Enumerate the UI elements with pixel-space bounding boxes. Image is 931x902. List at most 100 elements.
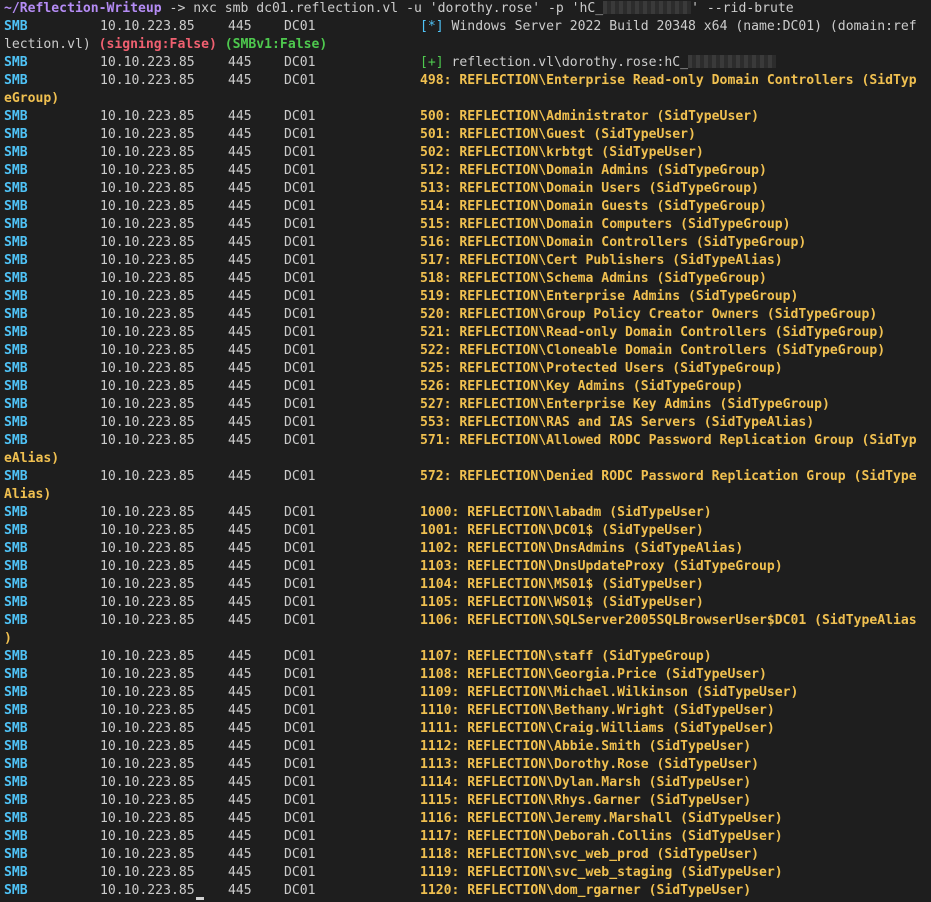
ip-address: 10.10.223.85	[100, 109, 195, 124]
rid-entry: 1001: REFLECTION\DC01$ (SidTypeUser)	[420, 523, 704, 538]
port: 445	[228, 505, 252, 520]
output-row: SMB 10.10.223.85 445 DC01 1120: REFLECTION\d…	[4, 882, 931, 900]
protocol-label: SMB	[4, 523, 28, 538]
hostname: DC01	[284, 469, 316, 484]
rid-entry: 1113: REFLECTION\Dorothy.Rose (SidTypeUs…	[420, 757, 759, 772]
rid-entry: 1000: REFLECTION\labadm (SidTypeUser)	[420, 505, 712, 520]
port: 445	[228, 415, 252, 430]
output-row: SMB 10.10.223.85 445 DC01 1118: REFLECTION\s…	[4, 846, 931, 864]
protocol-label: SMB	[4, 559, 28, 574]
auth-line: SMB 10.10.223.85 445 DC01 [+] reflection.vl\…	[4, 54, 931, 72]
rid-entry: 1115: REFLECTION\Rhys.Garner (SidTypeUse…	[420, 793, 752, 808]
hostname: DC01	[284, 811, 316, 826]
port: 445	[228, 379, 252, 394]
output-row: SMB 10.10.223.85 445 DC01 1119: REFLECTION\s…	[4, 864, 931, 882]
port: 445	[228, 109, 252, 124]
hostname: DC01	[284, 325, 316, 340]
rid-entry: 514: REFLECTION\Domain Guests (SidTypeGr…	[420, 199, 767, 214]
output-row: SMB 10.10.223.85 445 DC01 1104: REFLECTION\M…	[4, 576, 931, 594]
ip-address: 10.10.223.85	[100, 811, 195, 826]
command-suffix: ' --rid-brute	[691, 1, 794, 16]
output-row: SMB 10.10.223.85 445 DC01 1113: REFLECTION\D…	[4, 756, 931, 774]
hostname: DC01	[284, 667, 316, 682]
ip-address: 10.10.223.85	[100, 307, 195, 322]
output-row: SMB 10.10.223.85 445 DC01 1105: REFLECTION\W…	[4, 594, 931, 612]
hostname: DC01	[284, 73, 316, 88]
rid-entry: 1112: REFLECTION\Abbie.Smith (SidTypeUse…	[420, 739, 752, 754]
rid-entry: 1105: REFLECTION\WS01$ (SidTypeUser)	[420, 595, 704, 610]
info-line: SMB 10.10.223.85 445 DC01 [*] Windows Server…	[4, 18, 931, 36]
port: 445	[228, 829, 252, 844]
port: 445	[228, 703, 252, 718]
success-marker: [+]	[420, 55, 444, 70]
port: 445	[228, 739, 252, 754]
rid-entry: 1102: REFLECTION\DnsAdmins (SidTypeAlias…	[420, 541, 744, 556]
hostname: DC01	[284, 397, 316, 412]
ip-address: 10.10.223.85	[100, 775, 195, 790]
rid-entry: 502: REFLECTION\krbtgt (SidTypeUser)	[420, 145, 704, 160]
hostname: DC01	[284, 433, 316, 448]
port: 445	[228, 559, 252, 574]
info-marker: [*]	[420, 19, 444, 34]
protocol-label: SMB	[4, 757, 28, 772]
protocol-label: SMB	[4, 883, 28, 898]
output-row: SMB 10.10.223.85 445 DC01 500: REFLECTION\Ad…	[4, 108, 931, 126]
port: 445	[228, 325, 252, 340]
rid-entry: 1117: REFLECTION\Deborah.Collins (SidTyp…	[420, 829, 783, 844]
hostname: DC01	[284, 307, 316, 322]
rid-entry: 500: REFLECTION\Administrator (SidTypeUs…	[420, 109, 759, 124]
output-row: SMB 10.10.223.85 445 DC01 1102: REFLECTION\D…	[4, 540, 931, 558]
rid-entry: 1114: REFLECTION\Dylan.Marsh (SidTypeUse…	[420, 775, 752, 790]
ip-address: 10.10.223.85	[100, 145, 195, 160]
ip-address: 10.10.223.85	[100, 19, 195, 34]
hostname: DC01	[284, 289, 316, 304]
port: 445	[228, 883, 252, 898]
hostname: DC01	[284, 847, 316, 862]
hostname: DC01	[284, 775, 316, 790]
protocol-label: SMB	[4, 667, 28, 682]
ip-address: 10.10.223.85	[100, 829, 195, 844]
protocol-label: SMB	[4, 73, 28, 88]
ip-address: 10.10.223.85	[100, 883, 195, 898]
rid-entry: 1110: REFLECTION\Bethany.Wright (SidType…	[420, 703, 775, 718]
output-row: SMB 10.10.223.85 445 DC01 513: REFLECTION\Do…	[4, 180, 931, 198]
protocol-label: SMB	[4, 415, 28, 430]
hostname: DC01	[284, 379, 316, 394]
output-row: SMB 10.10.223.85 445 DC01 1114: REFLECTION\D…	[4, 774, 931, 792]
rid-entry: 517: REFLECTION\Cert Publishers (SidType…	[420, 253, 783, 268]
output-row: SMB 10.10.223.85 445 DC01 517: REFLECTION\Ce…	[4, 252, 931, 270]
output-row: SMB 10.10.223.85 445 DC01 502: REFLECTION\kr…	[4, 144, 931, 162]
port: 445	[228, 541, 252, 556]
prompt-arrow: ->	[161, 1, 194, 16]
rid-entry: 513: REFLECTION\Domain Users (SidTypeGro…	[420, 181, 759, 196]
rid-entry-wrap: eGroup)	[4, 91, 60, 106]
protocol-label: SMB	[4, 577, 28, 592]
protocol-label: SMB	[4, 109, 28, 124]
hostname: DC01	[284, 829, 316, 844]
rid-entry: 501: REFLECTION\Guest (SidTypeUser)	[420, 127, 696, 142]
protocol-label: SMB	[4, 145, 28, 160]
hostname: DC01	[284, 541, 316, 556]
ip-address: 10.10.223.85	[100, 595, 195, 610]
output-row: SMB 10.10.223.85 445 DC01 1001: REFLECTION\D…	[4, 522, 931, 540]
output-row: SMB 10.10.223.85 445 DC01 1111: REFLECTION\C…	[4, 720, 931, 738]
protocol-label: SMB	[4, 307, 28, 322]
rid-entry: 1109: REFLECTION\Michael.Wilkinson (SidT…	[420, 685, 799, 700]
protocol-label: SMB	[4, 865, 28, 880]
port: 445	[228, 793, 252, 808]
port: 445	[228, 271, 252, 286]
protocol-label: SMB	[4, 703, 28, 718]
output-row: SMB 10.10.223.85 445 DC01 1117: REFLECTION\D…	[4, 828, 931, 846]
protocol-label: SMB	[4, 775, 28, 790]
ip-address: 10.10.223.85	[100, 469, 195, 484]
ip-address: 10.10.223.85	[100, 379, 195, 394]
ip-address: 10.10.223.85	[100, 865, 195, 880]
terminal-window[interactable]: ~/Reflection-Writeup -> nxc smb dc01.ref…	[0, 0, 931, 900]
output-row: SMB 10.10.223.85 445 DC01 525: REFLECTION\Pr…	[4, 360, 931, 378]
rid-entry: 1119: REFLECTION\svc_web_staging (SidTyp…	[420, 865, 783, 880]
output-row: SMB 10.10.223.85 445 DC01 520: REFLECTION\Gr…	[4, 306, 931, 324]
ip-address: 10.10.223.85	[100, 757, 195, 772]
ip-address: 10.10.223.85	[100, 343, 195, 358]
rid-entry: 518: REFLECTION\Schema Admins (SidTypeGr…	[420, 271, 767, 286]
protocol-label: SMB	[4, 721, 28, 736]
